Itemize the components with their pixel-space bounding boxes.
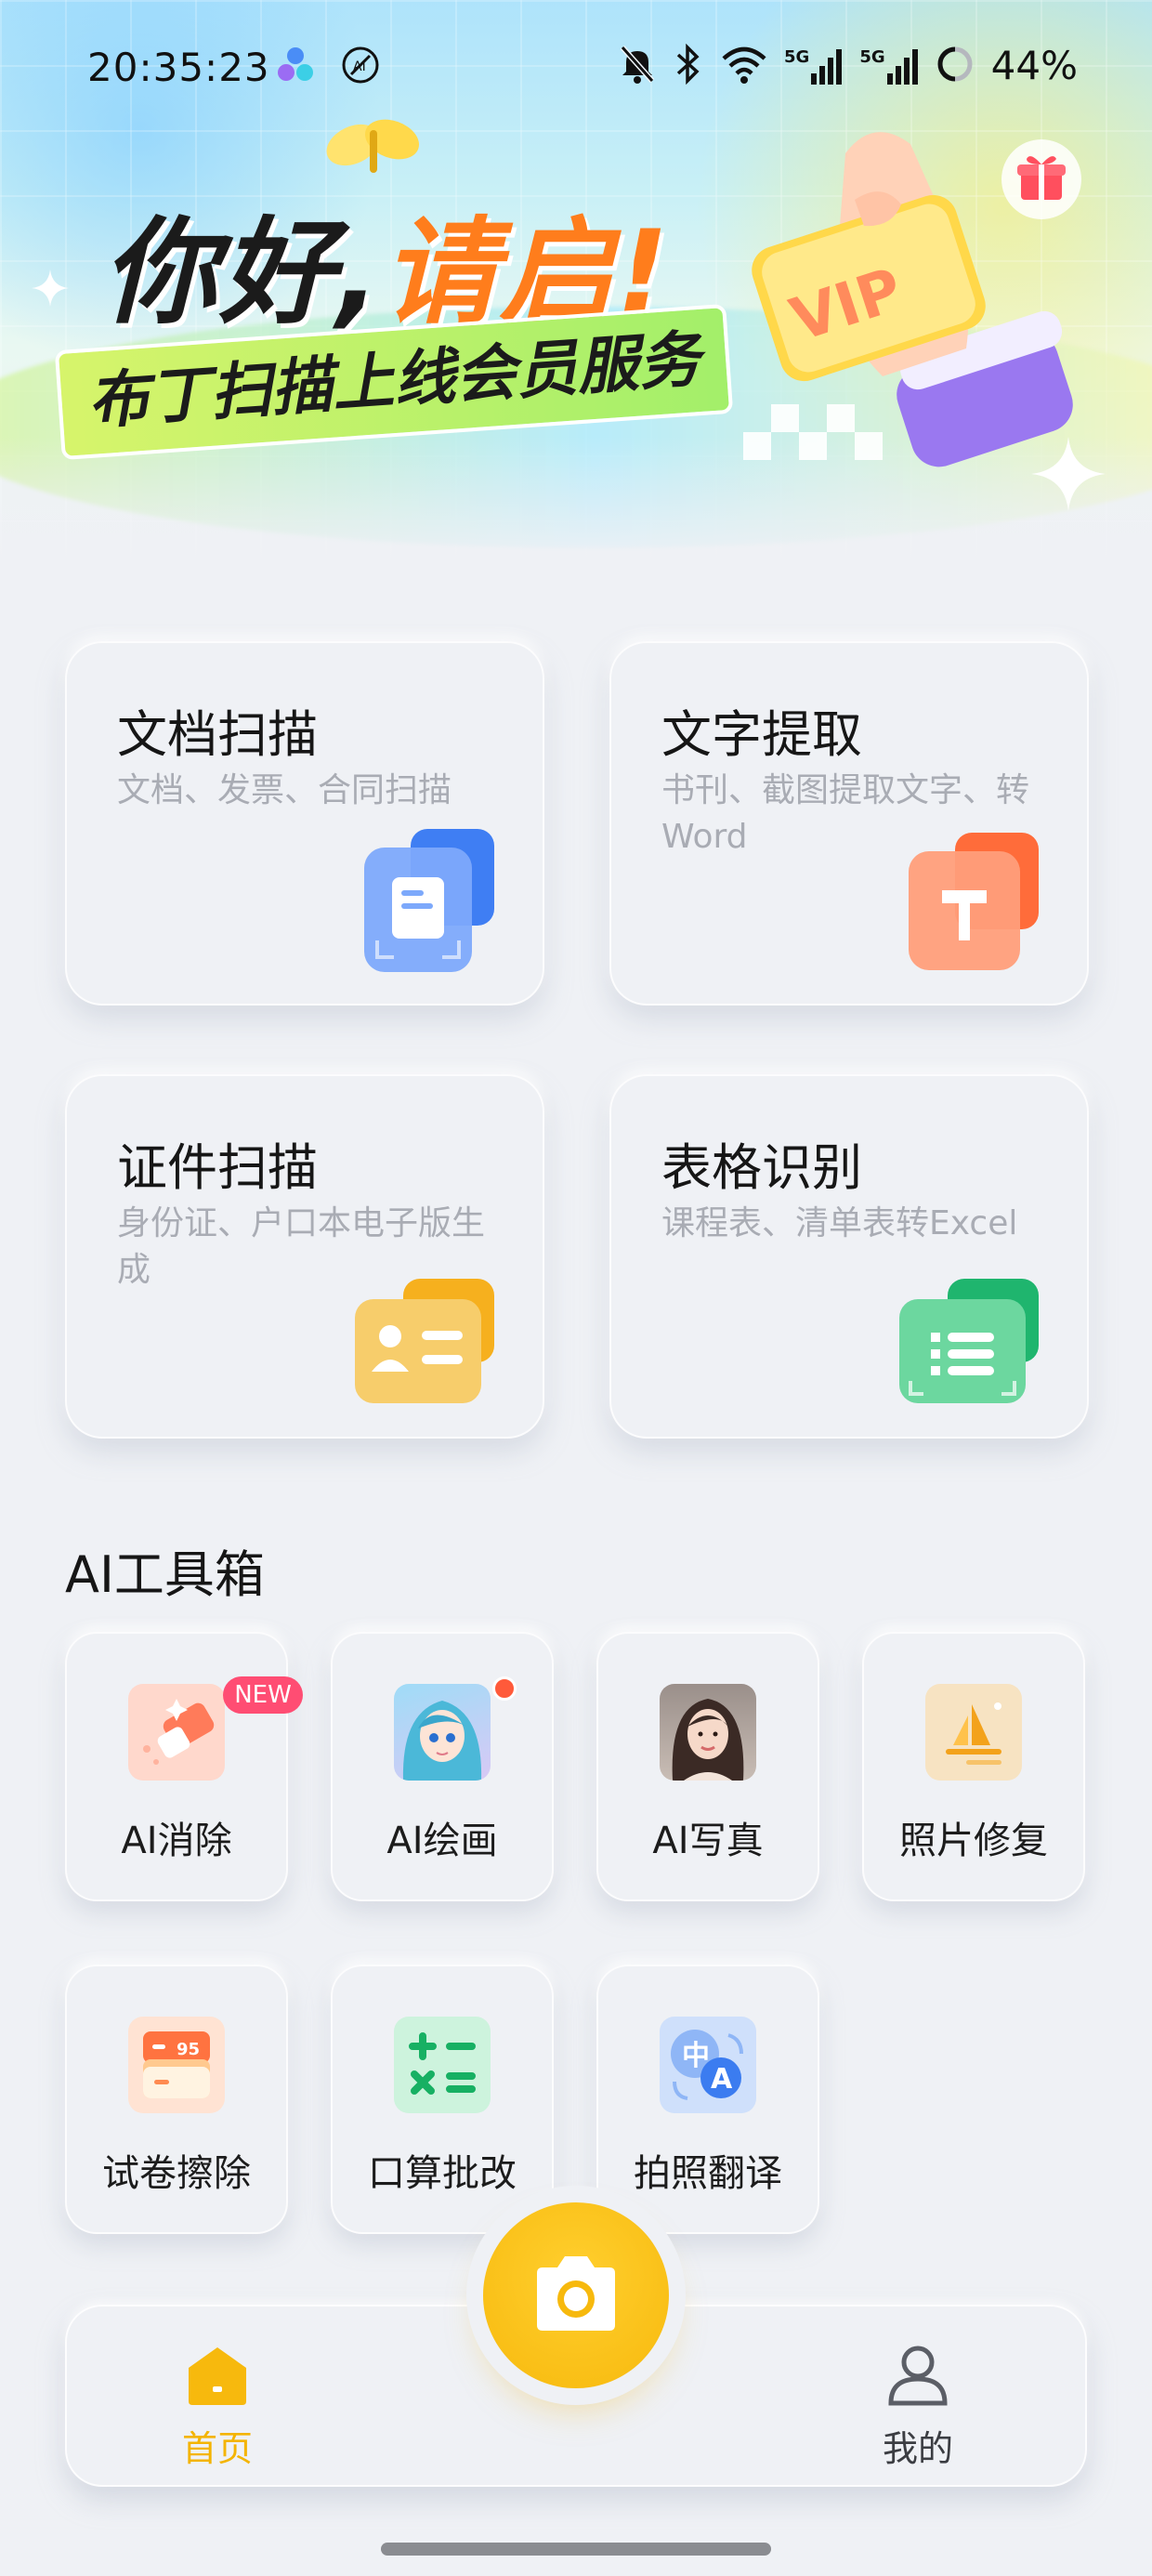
home-icon (185, 2347, 250, 2411)
status-time: 20:35:23 (87, 45, 270, 90)
tool-label: 照片修复 (899, 1820, 1048, 1862)
status-bar: 20:35:23 AI 5G 5G 44% (0, 37, 1152, 102)
app-circles-icon (275, 45, 316, 89)
nav-home-label: 首页 (181, 2428, 253, 2469)
notification-dot (492, 1676, 517, 1701)
eraser-icon (128, 1684, 225, 1781)
bell-muted-icon (619, 44, 656, 88)
checker-decoration (743, 404, 883, 460)
home-indicator[interactable] (381, 2543, 771, 2556)
document-scan-icon (364, 829, 494, 976)
tool-ai-painting[interactable]: AI绘画 (331, 1632, 554, 1901)
tool-label: 口算批改 (368, 2152, 517, 2195)
tool-ai-portrait[interactable]: AI写真 (596, 1632, 819, 1901)
card-title: 证件扫描 (117, 1138, 318, 1197)
calculator-icon (394, 2017, 491, 2113)
tool-mental-math[interactable]: 口算批改 (331, 1965, 554, 2234)
card-document-scan[interactable]: 文档扫描 文档、发票、合同扫描 (65, 641, 544, 1005)
svg-text:95: 95 (177, 2040, 200, 2059)
photo-restore-icon (925, 1684, 1022, 1781)
battery-ring-icon (936, 45, 975, 87)
tool-photo-restore[interactable]: 照片修复 (862, 1632, 1085, 1901)
card-description: 课程表、清单表转Excel (661, 1204, 1018, 1242)
text-extract-icon (909, 833, 1039, 976)
gift-button[interactable] (1001, 139, 1081, 219)
signal-5g-icon: 5G (784, 47, 843, 85)
tool-photo-translate[interactable]: 中 A 拍照翻译 (596, 1965, 819, 2234)
tool-ai-erase[interactable]: NEW AI消除 (65, 1632, 303, 1901)
id-card-icon (355, 1279, 494, 1409)
signal-5g-icon: 5G (859, 47, 918, 85)
nav-mine[interactable]: 我的 (834, 2342, 1001, 2471)
card-text-extract[interactable]: 文字提取 书刊、截图提取文字、转Word (609, 641, 1089, 1005)
sparkle-icon (32, 269, 69, 307)
card-id-scan[interactable]: 证件扫描 身份证、户口本电子版生成 (65, 1074, 544, 1439)
tool-label: 试卷擦除 (102, 2152, 251, 2195)
photo-portrait-icon (660, 1684, 756, 1781)
nav-home[interactable]: 首页 (134, 2342, 301, 2471)
ai-toolbox-title: AI工具箱 (65, 1545, 265, 1604)
battery-percentage: 44% (990, 43, 1078, 88)
tool-label: AI消除 (121, 1820, 232, 1862)
home-screen: 20:35:23 AI 5G 5G 44% 你好,请启! 布丁扫描上线会员服务 … (0, 0, 1152, 2576)
svg-text:AI: AI (353, 59, 366, 74)
camera-scan-button[interactable] (483, 2202, 669, 2388)
profile-icon (885, 2346, 950, 2411)
card-title: 文字提取 (661, 705, 862, 764)
tool-label: 拍照翻译 (634, 2152, 782, 2195)
bluetooth-icon (673, 43, 704, 88)
gift-icon (1014, 150, 1069, 209)
card-title: 文档扫描 (117, 705, 318, 764)
anime-portrait-icon (394, 1684, 491, 1781)
svg-text:A: A (711, 2063, 733, 2096)
wifi-icon (721, 44, 767, 88)
translate-icon: 中 A (660, 2017, 756, 2113)
tool-label: AI写真 (652, 1820, 764, 1862)
tool-exam-erase[interactable]: 95 试卷擦除 (65, 1965, 288, 2234)
card-title: 表格识别 (661, 1138, 862, 1197)
new-badge: NEW (223, 1676, 303, 1714)
exam-erase-icon: 95 (128, 2017, 225, 2113)
ai-badge-icon: AI (340, 45, 381, 89)
nav-mine-label: 我的 (882, 2428, 953, 2469)
card-description: 文档、发票、合同扫描 (117, 771, 452, 809)
camera-icon (530, 2254, 622, 2336)
tool-label: AI绘画 (386, 1820, 498, 1862)
table-recognize-icon (899, 1279, 1039, 1409)
promo-banner[interactable]: 20:35:23 AI 5G 5G 44% 你好,请启! 布丁扫描上线会员服务 … (0, 0, 1152, 558)
card-table-recognize[interactable]: 表格识别 课程表、清单表转Excel (609, 1074, 1089, 1439)
sparkle-icon (1031, 437, 1106, 511)
